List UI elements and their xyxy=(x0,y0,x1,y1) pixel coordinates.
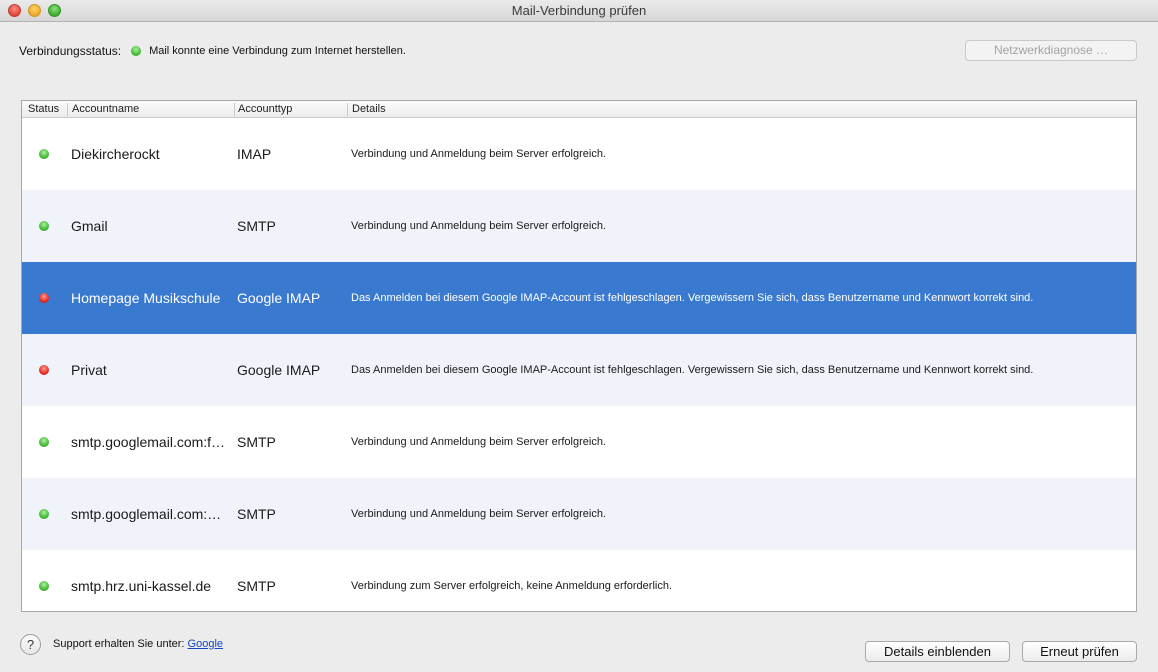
column-header-status[interactable]: Status xyxy=(28,103,59,115)
account-type: SMTP xyxy=(237,434,276,450)
help-button[interactable]: ? xyxy=(20,634,41,655)
status-indicator-icon xyxy=(39,293,49,303)
table-body: Diekircherockt IMAP Verbindung und Anmel… xyxy=(22,118,1136,611)
account-name: Gmail xyxy=(71,218,108,234)
status-indicator-icon xyxy=(39,149,49,159)
mail-connection-doctor-window: Mail-Verbindung prüfen Verbindungsstatus… xyxy=(0,0,1158,672)
table-row[interactable]: Homepage Musikschule Google IMAP Das Anm… xyxy=(22,262,1136,334)
table-row[interactable]: Gmail SMTP Verbindung und Anmeldung beim… xyxy=(22,190,1136,262)
check-again-button[interactable]: Erneut prüfen xyxy=(1022,641,1137,662)
status-indicator-icon xyxy=(39,437,49,447)
account-name: smtp.googlemail.com:… xyxy=(71,506,222,522)
accounts-table[interactable]: Status Accountname Accounttyp Details Di… xyxy=(21,100,1137,612)
table-row[interactable]: smtp.hrz.uni-kassel.de SMTP Verbindung z… xyxy=(22,550,1136,611)
table-row[interactable]: Privat Google IMAP Das Anmelden bei dies… xyxy=(22,334,1136,406)
account-type: SMTP xyxy=(237,506,276,522)
support-text: Support erhalten Sie unter: xyxy=(53,638,185,650)
title-bar: Mail-Verbindung prüfen xyxy=(0,0,1158,22)
account-details: Das Anmelden bei diesem Google IMAP-Acco… xyxy=(351,364,1034,376)
support-info: Support erhalten Sie unter: Google xyxy=(53,638,223,650)
table-row[interactable]: smtp.googlemail.com:… SMTP Verbindung un… xyxy=(22,478,1136,550)
connection-status: Verbindungsstatus: Mail konnte eine Verb… xyxy=(19,43,406,59)
account-details: Verbindung zum Server erfolgreich, keine… xyxy=(351,580,673,592)
status-indicator-icon xyxy=(39,509,49,519)
account-type: SMTP xyxy=(237,578,276,594)
account-type: Google IMAP xyxy=(237,290,321,306)
column-header-accountname[interactable]: Accountname xyxy=(72,103,139,115)
account-name: smtp.googlemail.com:f… xyxy=(71,434,226,450)
account-details: Verbindung und Anmeldung beim Server erf… xyxy=(351,220,606,232)
account-name: Privat xyxy=(71,362,107,378)
account-name: Homepage Musikschule xyxy=(71,290,221,306)
connection-status-text: Mail konnte eine Verbindung zum Internet… xyxy=(149,45,406,57)
account-type: IMAP xyxy=(237,146,272,162)
status-indicator-icon xyxy=(39,221,49,231)
table-row[interactable]: smtp.googlemail.com:f… SMTP Verbindung u… xyxy=(22,406,1136,478)
column-header-accounttype[interactable]: Accounttyp xyxy=(238,103,292,115)
show-details-button[interactable]: Details einblenden xyxy=(865,641,1010,662)
account-details: Verbindung und Anmeldung beim Server erf… xyxy=(351,436,606,448)
account-details: Verbindung und Anmeldung beim Server erf… xyxy=(351,508,606,520)
account-details: Das Anmelden bei diesem Google IMAP-Acco… xyxy=(351,292,1034,304)
status-indicator-icon xyxy=(39,365,49,375)
table-row[interactable]: Diekircherockt IMAP Verbindung und Anmel… xyxy=(22,118,1136,190)
table-header: Status Accountname Accounttyp Details xyxy=(22,101,1136,118)
account-type: SMTP xyxy=(237,218,276,234)
status-indicator-icon xyxy=(39,581,49,591)
network-diagnose-button[interactable]: Netzwerkdiagnose … xyxy=(965,40,1137,61)
connection-status-label: Verbindungsstatus: xyxy=(19,44,122,58)
column-divider[interactable] xyxy=(67,103,68,116)
window-title: Mail-Verbindung prüfen xyxy=(511,3,647,18)
column-divider[interactable] xyxy=(347,103,348,116)
column-header-details[interactable]: Details xyxy=(352,103,386,115)
account-details: Verbindung und Anmeldung beim Server erf… xyxy=(351,148,606,160)
support-link-google[interactable]: Google xyxy=(188,638,223,650)
status-ok-icon xyxy=(131,46,142,56)
account-name: smtp.hrz.uni-kassel.de xyxy=(71,578,212,594)
column-divider[interactable] xyxy=(234,103,235,116)
account-type: Google IMAP xyxy=(237,362,321,378)
account-name: Diekircherockt xyxy=(71,146,160,162)
